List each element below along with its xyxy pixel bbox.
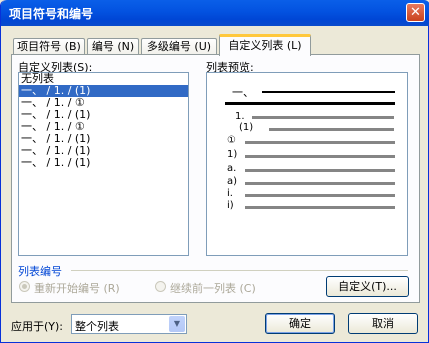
ok-button[interactable]: 确定: [265, 313, 335, 334]
preview-line: [245, 169, 395, 172]
restart-numbering-radio[interactable]: [19, 281, 30, 292]
preview-marker: a): [227, 176, 238, 187]
tab-custom-list[interactable]: 自定义列表 (L): [219, 34, 311, 56]
title-bar[interactable]: 项目符号和编号 ✕: [1, 0, 429, 26]
list-preview: 一、 1. (1) ① 1) a. a) i. i): [206, 72, 408, 256]
preview-line: [262, 91, 395, 93]
window-title: 项目符号和编号: [9, 7, 94, 21]
preview-line: [245, 155, 395, 158]
cancel-button[interactable]: 取消: [348, 313, 418, 334]
apply-to-select[interactable]: 整个列表 ▼: [71, 314, 187, 334]
preview-line: [245, 206, 395, 209]
preview-marker: 1): [227, 149, 238, 160]
close-button[interactable]: ✕: [406, 3, 425, 22]
tab-multilevel[interactable]: 多级编号 (U): [141, 38, 217, 55]
section-divider: [71, 270, 408, 271]
restart-numbering-label: 重新开始编号 (R): [34, 282, 120, 295]
tab-numbering[interactable]: 编号 (N): [87, 38, 139, 55]
preview-line: [252, 116, 394, 119]
continue-list-label: 继续前一列表 (C): [170, 282, 256, 295]
preview-line: [245, 194, 395, 197]
continue-list-radio[interactable]: [155, 281, 166, 292]
apply-to-value: 整个列表: [75, 320, 119, 333]
preview-line: [245, 182, 395, 185]
list-item[interactable]: 一、 / 1. / (1): [19, 157, 188, 169]
custom-list-box[interactable]: 无列表 一、 / 1. / (1) 一、 / 1. / ① 一、 / 1. / …: [18, 72, 189, 256]
preview-line: [245, 141, 395, 144]
preview-marker: a.: [227, 163, 237, 174]
dialog-window: 项目符号和编号 ✕ 项目符号 (B) 编号 (N) 多级编号 (U) 自定义列表…: [0, 0, 429, 343]
numbering-section-label: 列表编号: [18, 265, 62, 278]
preview-line: [269, 128, 394, 131]
preview-marker-level1: 一、: [232, 86, 254, 99]
apply-to-label: 应用于(Y):: [11, 320, 64, 333]
preview-marker: i.: [227, 188, 233, 199]
preview-marker: ①: [227, 135, 236, 146]
preview-marker: 1.: [235, 111, 245, 122]
preview-marker: i): [227, 200, 234, 211]
customize-button[interactable]: 自定义(T)...: [326, 276, 409, 297]
preview-marker: (1): [239, 122, 254, 133]
preview-line: [225, 102, 395, 105]
chevron-down-icon[interactable]: ▼: [169, 316, 185, 332]
tab-bullets[interactable]: 项目符号 (B): [13, 38, 85, 55]
